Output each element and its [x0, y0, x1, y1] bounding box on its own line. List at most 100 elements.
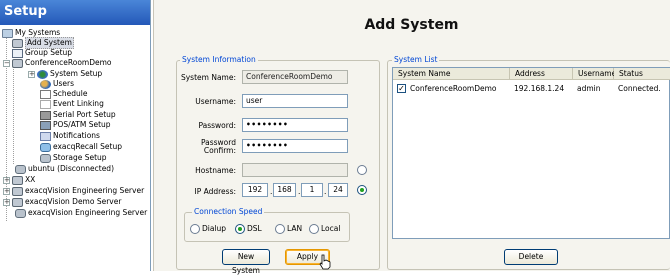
column-header-username[interactable]: Username [573, 68, 616, 80]
ip-address-radio[interactable] [357, 185, 367, 195]
tree-item-notifications[interactable]: Notifications [40, 131, 100, 141]
tree-item-label: exacqVision Demo Server [25, 197, 122, 206]
tree-item-label: exacqRecall Setup [53, 142, 122, 151]
tree-item-storage-setup[interactable]: Storage Setup [40, 153, 107, 163]
expand-icon[interactable]: + [3, 198, 10, 206]
tree-item-label: Schedule [53, 89, 88, 98]
system-list-view[interactable]: System Name Address Username Status ✓ Co… [392, 67, 670, 239]
row-address: 192.168.1.24 [514, 84, 565, 93]
tree-item-add-system[interactable]: Add System [12, 37, 74, 49]
system-list-legend: System List [392, 55, 440, 64]
tree-item-serial-port-setup[interactable]: Serial Port Setup [40, 110, 116, 120]
username-field[interactable]: user [242, 94, 348, 108]
ip-octet-1[interactable]: 192 [242, 183, 268, 197]
tree-item-group-setup[interactable]: Group Setup [12, 48, 72, 58]
tree-item-users[interactable]: Users [40, 79, 74, 89]
tree-item-label: Users [53, 79, 75, 88]
row-status: Connected. [618, 84, 661, 93]
tree-item-exacqvision-demo-server[interactable]: + exacqVision Demo Server [3, 197, 121, 207]
tree-item-conferenceroomdemo[interactable]: − ConferenceRoomDemo [3, 58, 112, 68]
tree-item-label: Storage Setup [53, 153, 107, 162]
tree-item-label: Serial Port Setup [53, 110, 116, 119]
server-icon [15, 208, 26, 218]
tree-item-exacqrecall-setup[interactable]: exacqRecall Setup [40, 142, 122, 152]
page-title: Add System [364, 17, 459, 33]
tree-item-event-linking[interactable]: Event Linking [40, 99, 104, 109]
server-icon [12, 197, 23, 207]
tree-item-label: ConferenceRoomDemo [25, 58, 112, 67]
tree-item-exacqvision-engineering-server[interactable]: + exacqVision Engineering Server [3, 186, 144, 196]
speed-dsl-label: DSL [247, 224, 262, 233]
tree-item-label: Event Linking [53, 99, 104, 108]
setup-tree-panel: Setup My Systems Add System Group Setup … [0, 0, 151, 271]
hostname-radio[interactable] [357, 165, 367, 175]
ip-octet-4[interactable]: 24 [328, 183, 348, 197]
row-username: admin [577, 84, 601, 93]
pos-atm-icon [40, 120, 51, 130]
tree-item-label: ubuntu (Disconnected) [28, 164, 114, 173]
tree-item-label: Group Setup [25, 48, 73, 57]
password-confirm-label: Password Confirm: [178, 139, 236, 155]
server-icon [12, 58, 23, 68]
column-header-status[interactable]: Status [614, 68, 670, 80]
tree-item-system-setup[interactable]: + System Setup [28, 69, 102, 79]
hand-cursor-icon [319, 254, 331, 270]
username-label: Username: [195, 97, 236, 106]
schedule-icon [40, 89, 51, 99]
ip-address-label: IP Address: [194, 187, 236, 196]
tree-item-ubuntu[interactable]: ubuntu (Disconnected) [15, 164, 114, 174]
speed-lan-label: LAN [287, 224, 303, 233]
tree-guide-line [13, 66, 14, 164]
system-setup-icon [37, 69, 48, 79]
serial-port-icon [40, 110, 51, 120]
tree-item-schedule[interactable]: Schedule [40, 89, 87, 99]
collapse-icon[interactable]: − [3, 59, 10, 67]
exacqrecall-icon [40, 142, 51, 152]
systems-icon [2, 28, 13, 38]
tree-item-exacqvision-engineering-server-2[interactable]: exacqVision Engineering Server [15, 208, 147, 218]
connection-speed-legend: Connection Speed [192, 207, 265, 216]
password-confirm-field[interactable]: •••••••• [242, 139, 348, 153]
delete-button[interactable]: Delete [504, 249, 558, 265]
server-icon [12, 186, 23, 196]
speed-dialup-label: Dialup [202, 224, 227, 233]
system-name-field[interactable]: ConferenceRoomDemo [242, 70, 348, 84]
row-system-name: ConferenceRoomDemo [410, 84, 497, 93]
speed-local-radio[interactable] [309, 224, 319, 234]
storage-icon [40, 153, 51, 163]
ip-octet-2[interactable]: 168 [273, 183, 296, 197]
speed-lan-radio[interactable] [275, 224, 285, 234]
ip-dot: . [324, 187, 327, 196]
group-setup-icon [12, 48, 23, 58]
event-linking-icon [40, 99, 51, 109]
server-icon [12, 175, 23, 185]
tree-item-label: exacqVision Engineering Server [25, 186, 145, 195]
speed-dialup-radio[interactable] [190, 224, 200, 234]
expand-icon[interactable]: + [28, 70, 35, 78]
users-icon [40, 79, 51, 89]
tree-item-label: exacqVision Engineering Server [28, 208, 148, 217]
expand-icon[interactable]: + [3, 187, 10, 195]
tree-item-xx[interactable]: + XX [3, 175, 35, 185]
server-icon [15, 164, 26, 174]
tree-item-pos-atm-setup[interactable]: POS/ATM Setup [40, 120, 111, 130]
setup-header: Setup [0, 0, 150, 25]
tree-item-label: Notifications [53, 131, 100, 140]
row-checkbox[interactable]: ✓ [397, 84, 406, 93]
password-field[interactable]: •••••••• [242, 118, 348, 132]
hostname-label: Hostname: [195, 166, 236, 175]
tree-item-label: POS/ATM Setup [53, 120, 111, 129]
speed-dsl-radio[interactable] [235, 224, 245, 234]
column-header-system-name[interactable]: System Name [393, 68, 510, 80]
system-name-label: System Name: [180, 73, 236, 82]
column-header-address[interactable]: Address [510, 68, 573, 80]
expand-icon[interactable]: + [3, 176, 10, 184]
password-confirm-label-line-2: Confirm: [203, 146, 236, 155]
new-system-button[interactable]: New System [222, 249, 270, 275]
password-label: Password: [198, 121, 236, 130]
ip-octet-3[interactable]: 1 [301, 183, 323, 197]
system-information-legend: System Information [180, 55, 258, 64]
notifications-icon [40, 131, 51, 141]
hostname-field[interactable] [242, 163, 348, 177]
speed-local-label: Local [321, 224, 341, 233]
